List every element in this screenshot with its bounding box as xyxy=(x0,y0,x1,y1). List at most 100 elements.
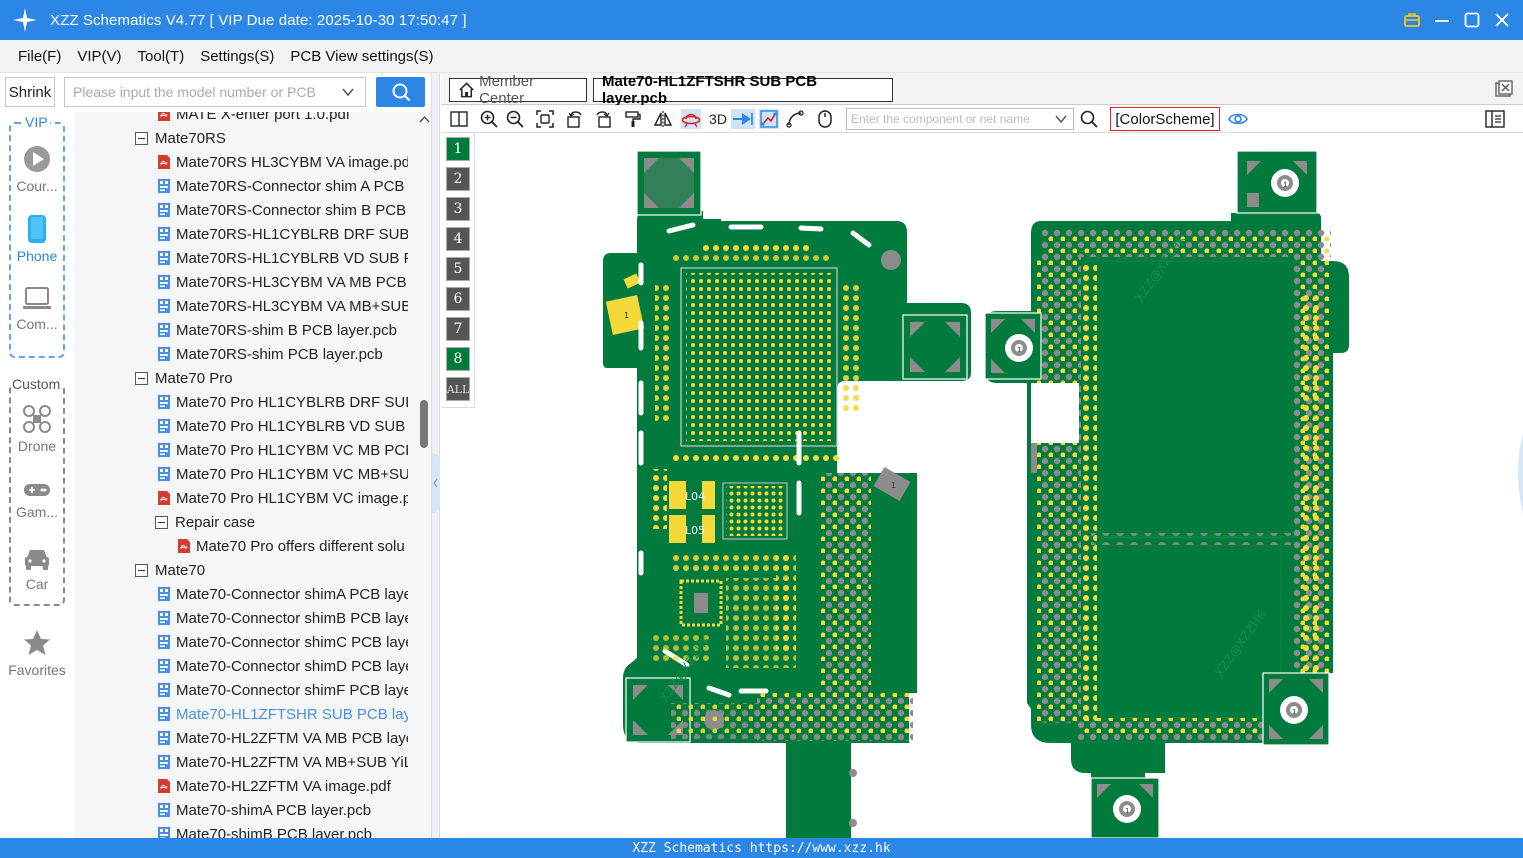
pcb-board-right[interactable]: 1 1 1 1 XZZ@XZZHK XZZ@XZZHK xyxy=(984,150,1349,838)
tab-active-pcb[interactable]: Mate70-HL1ZFTSHR SUB PCB layer.pcb xyxy=(593,73,893,107)
tree-file[interactable]: Mate70 Pro HL1CYBM VC image.pc xyxy=(157,486,408,510)
layer-button-1[interactable]: 1 xyxy=(446,137,470,161)
close-tabs-icon[interactable] xyxy=(1495,80,1513,98)
pcb-board-left[interactable]: 1 L04 L05 1 XZZ@XZZHK xyxy=(603,150,971,838)
pcb-canvas[interactable]: 1 L04 L05 1 XZZ@XZZHK 1 1 1 1 XZZ@XZZHK … xyxy=(441,133,1523,838)
menu-file[interactable]: File(F) xyxy=(18,48,61,65)
pin-mode-button[interactable] xyxy=(731,109,755,129)
layer-button-5[interactable]: 5 xyxy=(446,257,470,281)
layer-button-4[interactable]: 4 xyxy=(446,227,470,251)
mirror-button[interactable] xyxy=(653,109,673,129)
sidebar-item-computer[interactable]: Com... xyxy=(0,286,74,332)
menu-settings[interactable]: Settings(S) xyxy=(200,48,274,65)
collapse-toggle-icon[interactable] xyxy=(135,371,148,385)
tree-file[interactable]: Mate70 Pro HL1CYBM VC MB PCB xyxy=(157,438,408,462)
vip-gift-icon[interactable] xyxy=(1401,9,1423,31)
tree-file[interactable]: Mate70-shimB PCB layer.pcb xyxy=(157,822,408,838)
side-panel-toggle[interactable] xyxy=(1485,109,1505,129)
rotate-left-button[interactable] xyxy=(565,109,585,129)
tree-file[interactable]: Mate70RS-HL1CYBLRB VD SUB PCI xyxy=(157,246,408,270)
layer-button-7[interactable]: 7 xyxy=(446,317,470,341)
shrink-button[interactable]: Shrink xyxy=(5,77,55,107)
sidebar-item-drone[interactable]: Drone xyxy=(0,404,74,454)
model-search-box[interactable] xyxy=(64,77,366,107)
zoom-in-button[interactable] xyxy=(479,109,499,129)
tree-file[interactable]: Mate70-Connector shimD PCB laye xyxy=(157,654,408,678)
search-button[interactable] xyxy=(376,77,425,107)
visibility-button[interactable] xyxy=(1228,109,1248,129)
tree-file[interactable]: Mate70-HL1ZFTSHR SUB PCB layer xyxy=(157,702,408,726)
tree-folder[interactable]: Mate70RS xyxy=(135,126,408,150)
sidebar-item-game[interactable]: Gam... xyxy=(0,480,74,520)
collapse-toggle-icon[interactable] xyxy=(155,515,168,529)
collapse-toggle-icon[interactable] xyxy=(135,131,148,145)
tree-file[interactable]: Mate70-Connector shimF PCB laye xyxy=(157,678,408,702)
tree-file[interactable]: Mate70-shimA PCB layer.pcb xyxy=(157,798,408,822)
menu-vip[interactable]: VIP(V) xyxy=(77,48,121,65)
tree-scrollbar-thumb[interactable] xyxy=(420,400,428,448)
view-3d-button[interactable]: 3D xyxy=(707,109,729,129)
tree-file[interactable]: MATE X-enter port 1.0.pdf xyxy=(157,112,408,126)
tab-member-center[interactable]: Member Center xyxy=(449,73,587,107)
net-search-box[interactable] xyxy=(846,108,1074,130)
pcb-board-view[interactable]: 1 L04 L05 1 XZZ@XZZHK 1 1 1 1 XZZ@XZZHK … xyxy=(441,133,1523,838)
net-trace-button[interactable] xyxy=(759,109,779,129)
tree-file[interactable]: Mate70RS-Connector shim A PCB l xyxy=(157,174,408,198)
tree-file[interactable]: Mate70RS HL3CYBM VA image.pdf xyxy=(157,150,408,174)
tree-folder[interactable]: Repair case xyxy=(155,510,408,534)
tree-file[interactable]: Mate70RS-Connector shim B PCB l xyxy=(157,198,408,222)
color-scheme-button[interactable]: [ColorScheme] xyxy=(1110,107,1220,131)
rotate-right-button[interactable] xyxy=(593,109,613,129)
sidebar-item-favorites[interactable]: Favorites xyxy=(0,628,74,678)
minimize-button[interactable] xyxy=(1431,9,1453,31)
laptop-icon xyxy=(23,287,51,309)
fit-view-button[interactable] xyxy=(535,109,555,129)
sidebar-item-courses[interactable]: Cour... xyxy=(0,144,74,194)
layer-button-6[interactable]: 6 xyxy=(446,287,470,311)
zoom-out-button[interactable] xyxy=(505,109,525,129)
sidebar-item-car[interactable]: Car xyxy=(0,546,74,592)
net-search-input[interactable] xyxy=(851,112,1047,126)
tree-file[interactable]: Mate70 Pro HL1CYBLRB VD SUB P( xyxy=(157,414,408,438)
tree-file[interactable]: Mate70 Pro HL1CYBM VC MB+SUE xyxy=(157,462,408,486)
tree-file[interactable]: Mate70-HL2ZFTM VA image.pdf xyxy=(157,774,408,798)
scroll-up-icon[interactable] xyxy=(419,114,430,124)
tree-file[interactable]: Mate70-HL2ZFTM VA MB+SUB YiL xyxy=(157,750,408,774)
tree-file[interactable]: Mate70RS-HL1CYBLRB DRF SUB PC xyxy=(157,222,408,246)
tree-folder[interactable]: Mate70 xyxy=(135,558,408,582)
tree-file[interactable]: Mate70 Pro HL1CYBLRB DRF SUB F xyxy=(157,390,408,414)
panel-splitter[interactable] xyxy=(431,73,440,838)
layer-button-8[interactable]: 8 xyxy=(446,347,470,371)
layer-button-3[interactable]: 3 xyxy=(446,197,470,221)
tree-file[interactable]: Mate70RS-shim B PCB layer.pcb xyxy=(157,318,408,342)
right-panel-handle[interactable] xyxy=(1513,433,1523,513)
tree-file[interactable]: Mate70-Connector shimB PCB laye xyxy=(157,606,408,630)
splitter-collapse-handle[interactable] xyxy=(432,453,440,513)
layer-button-2[interactable]: 2 xyxy=(446,167,470,191)
highlight-button[interactable] xyxy=(681,109,701,129)
model-search-input[interactable] xyxy=(73,84,335,100)
tree-folder[interactable]: Mate70 Pro xyxy=(135,366,408,390)
maximize-button[interactable] xyxy=(1461,9,1483,31)
split-view-button[interactable] xyxy=(449,109,469,129)
tree-file[interactable]: Mate70RS-HL3CYBM VA MB+SUB xyxy=(157,294,408,318)
menu-pcb-view-settings[interactable]: PCB View settings(S) xyxy=(290,48,433,65)
tree-file[interactable]: Mate70RS-shim PCB layer.pcb xyxy=(157,342,408,366)
chevron-down-icon[interactable] xyxy=(1054,112,1068,126)
tree-file[interactable]: Mate70-Connector shimA PCB laye xyxy=(157,582,408,606)
menu-tool[interactable]: Tool(T) xyxy=(138,48,185,65)
collapse-toggle-icon[interactable] xyxy=(135,563,148,577)
paint-button[interactable] xyxy=(623,109,643,129)
net-search-button[interactable] xyxy=(1079,109,1099,129)
mouse-mode-button[interactable] xyxy=(815,109,835,129)
chevron-down-icon[interactable] xyxy=(341,85,355,99)
measure-button[interactable] xyxy=(785,109,805,129)
tree-file[interactable]: Mate70 Pro offers different solu xyxy=(177,534,408,558)
close-button[interactable] xyxy=(1491,9,1513,31)
tree-file[interactable]: Mate70RS-HL3CYBM VA MB PCB la xyxy=(157,270,408,294)
layer-button-all[interactable]: ALL xyxy=(446,377,470,401)
sidebar-item-phone[interactable]: Phone xyxy=(0,214,74,264)
tree-file[interactable]: Mate70-HL2ZFTM VA MB PCB laye xyxy=(157,726,408,750)
tree-scrollbar[interactable] xyxy=(419,112,431,838)
tree-file[interactable]: Mate70-Connector shimC PCB laye xyxy=(157,630,408,654)
